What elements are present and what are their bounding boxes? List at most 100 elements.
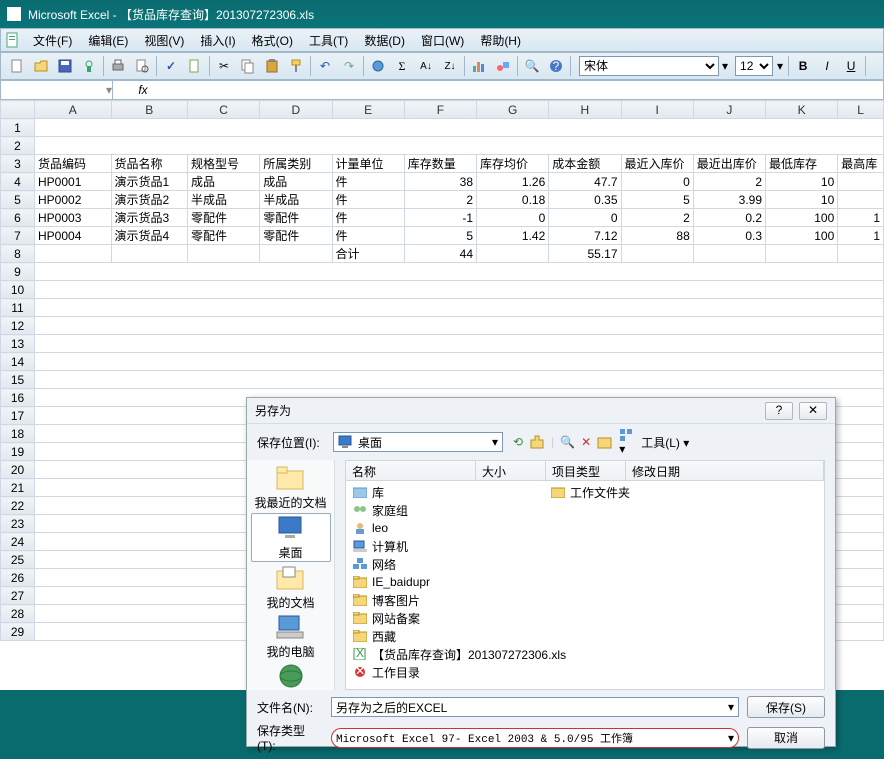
italic-icon[interactable]: I — [816, 55, 838, 77]
document-icon[interactable] — [5, 32, 21, 48]
underline-icon[interactable]: U — [840, 55, 862, 77]
chart-icon[interactable] — [468, 55, 490, 77]
redo-icon[interactable]: ↷ — [338, 55, 360, 77]
place-recent[interactable]: 我最近的文档 — [251, 464, 331, 511]
row-header[interactable]: 6 — [1, 209, 35, 227]
save-as-dialog: 另存为 ? ✕ 保存位置(I): 桌面 ▾ ⟲ | 🔍 ✕ ▾ 工具(L) ▾ … — [246, 397, 836, 747]
drawing-icon[interactable] — [492, 55, 514, 77]
menu-edit[interactable]: 编辑(E) — [80, 32, 136, 49]
preview-icon[interactable] — [131, 55, 153, 77]
back-icon[interactable]: ⟲ — [513, 435, 523, 449]
list-item[interactable]: 网络 — [348, 555, 822, 573]
menu-data[interactable]: 数据(D) — [356, 32, 413, 49]
research-icon[interactable] — [184, 55, 206, 77]
place-computer[interactable]: 我的电脑 — [251, 613, 331, 660]
tools-menu[interactable]: 工具(L) ▾ — [641, 434, 689, 451]
spelling-icon[interactable]: ✓ — [160, 55, 182, 77]
row-header[interactable]: 4 — [1, 173, 35, 191]
font-size-select[interactable]: 12 — [735, 56, 773, 76]
menu-insert[interactable]: 插入(I) — [192, 32, 243, 49]
col-name[interactable]: 名称 — [346, 461, 476, 480]
bold-icon[interactable]: B — [792, 55, 814, 77]
sort-asc-icon[interactable]: A↓ — [415, 55, 437, 77]
row-header[interactable]: 8 — [1, 245, 35, 263]
col-header[interactable]: J — [693, 101, 765, 119]
list-item[interactable]: 网站备案 — [348, 609, 822, 627]
new-icon[interactable] — [6, 55, 28, 77]
save-button[interactable]: 保存(S) — [747, 696, 825, 718]
select-all-corner[interactable] — [1, 101, 35, 119]
delete-icon[interactable]: ✕ — [581, 435, 591, 449]
print-icon[interactable] — [107, 55, 129, 77]
col-header[interactable]: K — [766, 101, 838, 119]
row-header[interactable]: 1 — [1, 119, 35, 137]
row-header[interactable]: 9 — [1, 263, 35, 281]
font-name-select[interactable]: 宋体 — [579, 56, 719, 76]
location-select[interactable]: 桌面 ▾ — [333, 432, 503, 452]
list-item[interactable]: 工作文件夹 — [546, 483, 634, 501]
col-type[interactable]: 项目类型 — [546, 461, 626, 480]
col-header[interactable]: L — [838, 101, 884, 119]
col-header[interactable]: A — [35, 101, 112, 119]
menu-file[interactable]: 文件(F) — [25, 32, 80, 49]
window-title: Microsoft Excel - 【货品库存查询】201307272306.x… — [28, 6, 314, 23]
list-item[interactable]: leo — [348, 519, 822, 537]
name-box[interactable]: ▾ — [1, 81, 113, 99]
col-date[interactable]: 修改日期 — [626, 461, 824, 480]
col-header[interactable]: I — [621, 101, 693, 119]
list-item[interactable]: ✕工作目录 — [348, 663, 822, 681]
row-header[interactable]: 3 — [1, 155, 35, 173]
search-icon[interactable]: 🔍 — [560, 435, 575, 449]
menu-tools[interactable]: 工具(T) — [301, 32, 356, 49]
place-network[interactable] — [251, 662, 331, 692]
fx-label[interactable]: fx — [113, 83, 173, 97]
new-folder-icon[interactable] — [597, 435, 613, 449]
open-icon[interactable] — [30, 55, 52, 77]
filetype-select[interactable]: Microsoft Excel 97- Excel 2003 & 5.0/95 … — [331, 728, 739, 748]
list-item[interactable]: 家庭组 — [348, 501, 822, 519]
format-painter-icon[interactable] — [285, 55, 307, 77]
col-header[interactable]: H — [549, 101, 621, 119]
list-item[interactable]: 西藏 — [348, 627, 822, 645]
hyperlink-icon[interactable] — [367, 55, 389, 77]
row-header[interactable]: 5 — [1, 191, 35, 209]
save-icon[interactable] — [54, 55, 76, 77]
sort-desc-icon[interactable]: Z↓ — [439, 55, 461, 77]
row-header[interactable]: 7 — [1, 227, 35, 245]
menu-window[interactable]: 窗口(W) — [413, 32, 472, 49]
row-header[interactable]: 2 — [1, 137, 35, 155]
place-desktop[interactable]: 桌面 — [251, 513, 331, 562]
folder-icon — [352, 611, 368, 625]
menu-help[interactable]: 帮助(H) — [472, 32, 529, 49]
col-header[interactable]: E — [332, 101, 404, 119]
file-list-header: 名称 大小 项目类型 修改日期 — [346, 461, 824, 481]
zoom-icon[interactable]: 🔍 — [521, 55, 543, 77]
filename-input[interactable]: 另存为之后的EXCEL ▾ — [331, 697, 739, 717]
list-item[interactable]: 计算机 — [348, 537, 822, 555]
cancel-button[interactable]: 取消 — [747, 727, 825, 749]
col-header[interactable]: G — [477, 101, 549, 119]
menu-view[interactable]: 视图(V) — [136, 32, 192, 49]
col-header[interactable]: B — [111, 101, 188, 119]
views-icon[interactable]: ▾ — [619, 428, 635, 456]
col-header[interactable]: D — [260, 101, 332, 119]
menu-format[interactable]: 格式(O) — [244, 32, 301, 49]
col-size[interactable]: 大小 — [476, 461, 546, 480]
list-item[interactable]: 博客图片 — [348, 591, 822, 609]
up-icon[interactable] — [529, 434, 545, 450]
close-button[interactable]: ✕ — [799, 402, 827, 420]
autosum-icon[interactable]: Σ — [391, 55, 413, 77]
col-header[interactable]: C — [188, 101, 260, 119]
list-item[interactable]: X【货品库存查询】201307272306.xls — [348, 645, 822, 663]
copy-icon[interactable] — [237, 55, 259, 77]
undo-icon[interactable]: ↶ — [314, 55, 336, 77]
paste-icon[interactable] — [261, 55, 283, 77]
help-button[interactable]: ? — [765, 402, 793, 420]
list-item[interactable]: IE_baidupr — [348, 573, 822, 591]
cut-icon[interactable]: ✂ — [213, 55, 235, 77]
help-icon[interactable]: ? — [545, 55, 567, 77]
col-header[interactable]: F — [404, 101, 476, 119]
svg-text:X: X — [356, 648, 364, 660]
place-documents[interactable]: 我的文档 — [251, 564, 331, 611]
permission-icon[interactable] — [78, 55, 100, 77]
